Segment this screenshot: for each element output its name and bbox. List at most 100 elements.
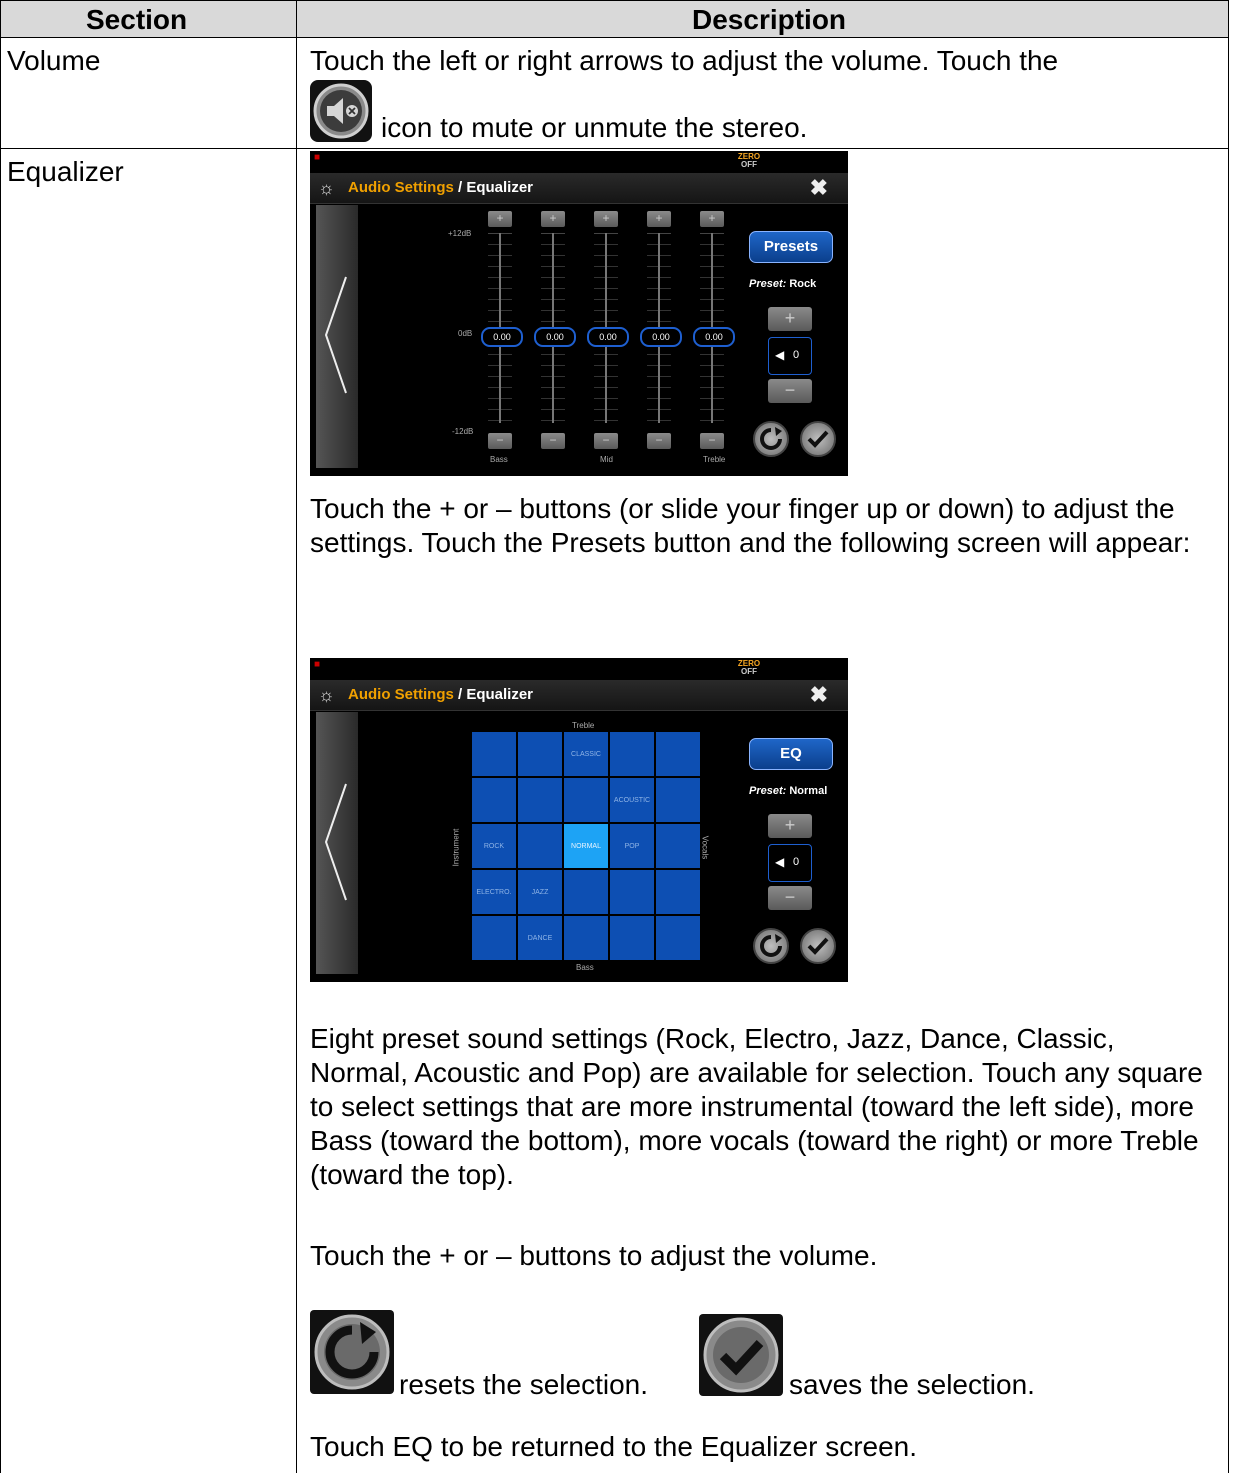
band-label: Treble (703, 455, 726, 464)
section-volume: Volume (7, 45, 101, 76)
band-plus-button[interactable]: + (541, 211, 565, 227)
preset-grid-cell[interactable] (472, 916, 516, 960)
preset-grid-cell[interactable] (610, 732, 654, 776)
volume-minus-button[interactable]: − (768, 379, 812, 403)
app-logo-icon: ■ (314, 152, 321, 163)
app-logo-icon: ■ (314, 659, 321, 670)
back-arrow-icon[interactable] (322, 782, 352, 902)
preset-grid: CLASSIC ACOUSTIC ROCK NORMAL POP ELECTRO. JAZZ… (472, 732, 701, 961)
equalizer-screenshot: ■ ZERO OFF ☼ Audio Settings / Equalizer ✖… (310, 151, 848, 476)
axis-bottom-label: Bass (576, 963, 594, 972)
brand-logo: ZERO OFF (737, 152, 761, 169)
gear-icon: ☼ (318, 178, 335, 198)
preset-status: Preset: Rock (749, 278, 817, 290)
band-label: Bass (490, 455, 508, 464)
volume-description-line2: icon to mute or unmute the stereo. (381, 112, 808, 143)
preset-grid-cell[interactable]: JAZZ (518, 870, 562, 914)
band-minus-button[interactable]: − (488, 433, 512, 449)
save-check-icon (699, 1314, 783, 1396)
preset-grid-cell[interactable]: ELECTRO. (472, 870, 516, 914)
reset-description: resets the selection. (399, 1369, 649, 1400)
title-bar: ☼ Audio Settings / Equalizer ✖ (310, 173, 848, 204)
preset-grid-cell[interactable]: CLASSIC (564, 732, 608, 776)
brand-logo: ZERO OFF (737, 659, 761, 676)
save-description: saves the selection. (789, 1369, 1035, 1400)
preset-grid-cell[interactable]: ACOUSTIC (610, 778, 654, 822)
back-rail[interactable] (316, 205, 358, 468)
confirm-check-icon[interactable] (800, 421, 836, 457)
preset-grid-cell[interactable] (518, 778, 562, 822)
volume-display: ◀ 0 (768, 337, 812, 375)
preset-grid-cell[interactable] (656, 778, 700, 822)
preset-grid-cell[interactable] (564, 870, 608, 914)
back-arrow-icon[interactable] (322, 275, 352, 395)
preset-grid-cell[interactable] (656, 732, 700, 776)
band-value[interactable]: 0.00 (534, 327, 576, 347)
preset-grid-cell[interactable] (656, 916, 700, 960)
band-plus-button[interactable]: + (594, 211, 618, 227)
preset-grid-cell[interactable] (564, 778, 608, 822)
screen-title: Audio Settings / Equalizer (348, 179, 534, 196)
preset-grid-cell[interactable] (564, 916, 608, 960)
equalizer-paragraph-4: Touch EQ to be returned to the Equalizer… (310, 1431, 918, 1462)
reset-icon (310, 1310, 394, 1394)
screen-title: Audio Settings / Equalizer (348, 686, 534, 703)
axis-top-label: Treble (572, 721, 595, 730)
presets-screenshot: ■ ZERO OFF ☼ Audio Settings / Equalizer ✖… (310, 658, 848, 982)
volume-minus-button[interactable]: − (768, 886, 812, 910)
volume-plus-button[interactable]: + (768, 307, 812, 331)
close-icon[interactable]: ✖ (810, 683, 828, 707)
db-top-label: +12dB (448, 229, 472, 238)
eq-button[interactable]: EQ (749, 738, 833, 770)
preset-grid-cell[interactable] (518, 824, 562, 868)
volume-value: 0 (793, 349, 800, 361)
table-header-row: Section Description (0, 0, 1229, 38)
band-minus-button[interactable]: − (700, 433, 724, 449)
volume-display: ◀ 0 (768, 844, 812, 882)
preset-grid-cell[interactable]: ROCK (472, 824, 516, 868)
band-plus-button[interactable]: + (647, 211, 671, 227)
band-value[interactable]: 0.00 (640, 327, 682, 347)
band-value[interactable]: 0.00 (587, 327, 629, 347)
gear-icon: ☼ (318, 685, 335, 705)
title-bar: ☼ Audio Settings / Equalizer ✖ (310, 680, 848, 711)
reset-icon[interactable] (753, 421, 789, 457)
axis-right-label: Vocals (700, 835, 710, 860)
close-icon[interactable]: ✖ (810, 176, 828, 200)
section-equalizer: Equalizer (7, 156, 124, 187)
preset-grid-cell[interactable] (472, 732, 516, 776)
band-value[interactable]: 0.00 (693, 327, 735, 347)
band-minus-button[interactable]: − (594, 433, 618, 449)
preset-grid-cell[interactable]: DANCE (518, 916, 562, 960)
preset-grid-cell[interactable]: POP (610, 824, 654, 868)
preset-grid-cell[interactable] (610, 916, 654, 960)
equalizer-paragraph-1: Touch the + or – buttons (or slide your … (310, 493, 1191, 558)
band-minus-button[interactable]: − (541, 433, 565, 449)
preset-grid-cell[interactable] (472, 778, 516, 822)
preset-status: Preset: Normal (749, 785, 828, 797)
preset-grid-cell[interactable] (518, 732, 562, 776)
reset-icon[interactable] (753, 928, 789, 964)
back-rail[interactable] (316, 712, 358, 974)
band-value[interactable]: 0.00 (481, 327, 523, 347)
equalizer-paragraph-3: Touch the + or – buttons to adjust the v… (310, 1240, 878, 1271)
preset-grid-cell[interactable] (610, 870, 654, 914)
mute-speaker-icon (310, 80, 372, 142)
header-section: Section (86, 4, 188, 35)
axis-left-label: Instrument (451, 828, 461, 867)
row-divider (0, 148, 1229, 149)
band-plus-button[interactable]: + (488, 211, 512, 227)
volume-plus-button[interactable]: + (768, 814, 812, 838)
table-column-divider (296, 0, 297, 1473)
presets-button[interactable]: Presets (749, 231, 833, 263)
preset-grid-cell[interactable] (656, 870, 700, 914)
preset-grid-cell[interactable] (656, 824, 700, 868)
db-bottom-label: -12dB (452, 427, 474, 436)
header-description: Description (692, 4, 847, 35)
volume-description-line1: Touch the left or right arrows to adjust… (310, 45, 1059, 76)
preset-grid-cell[interactable]: NORMAL (564, 824, 608, 868)
db-mid-label: 0dB (458, 329, 473, 338)
band-plus-button[interactable]: + (700, 211, 724, 227)
confirm-check-icon[interactable] (800, 928, 836, 964)
band-minus-button[interactable]: − (647, 433, 671, 449)
